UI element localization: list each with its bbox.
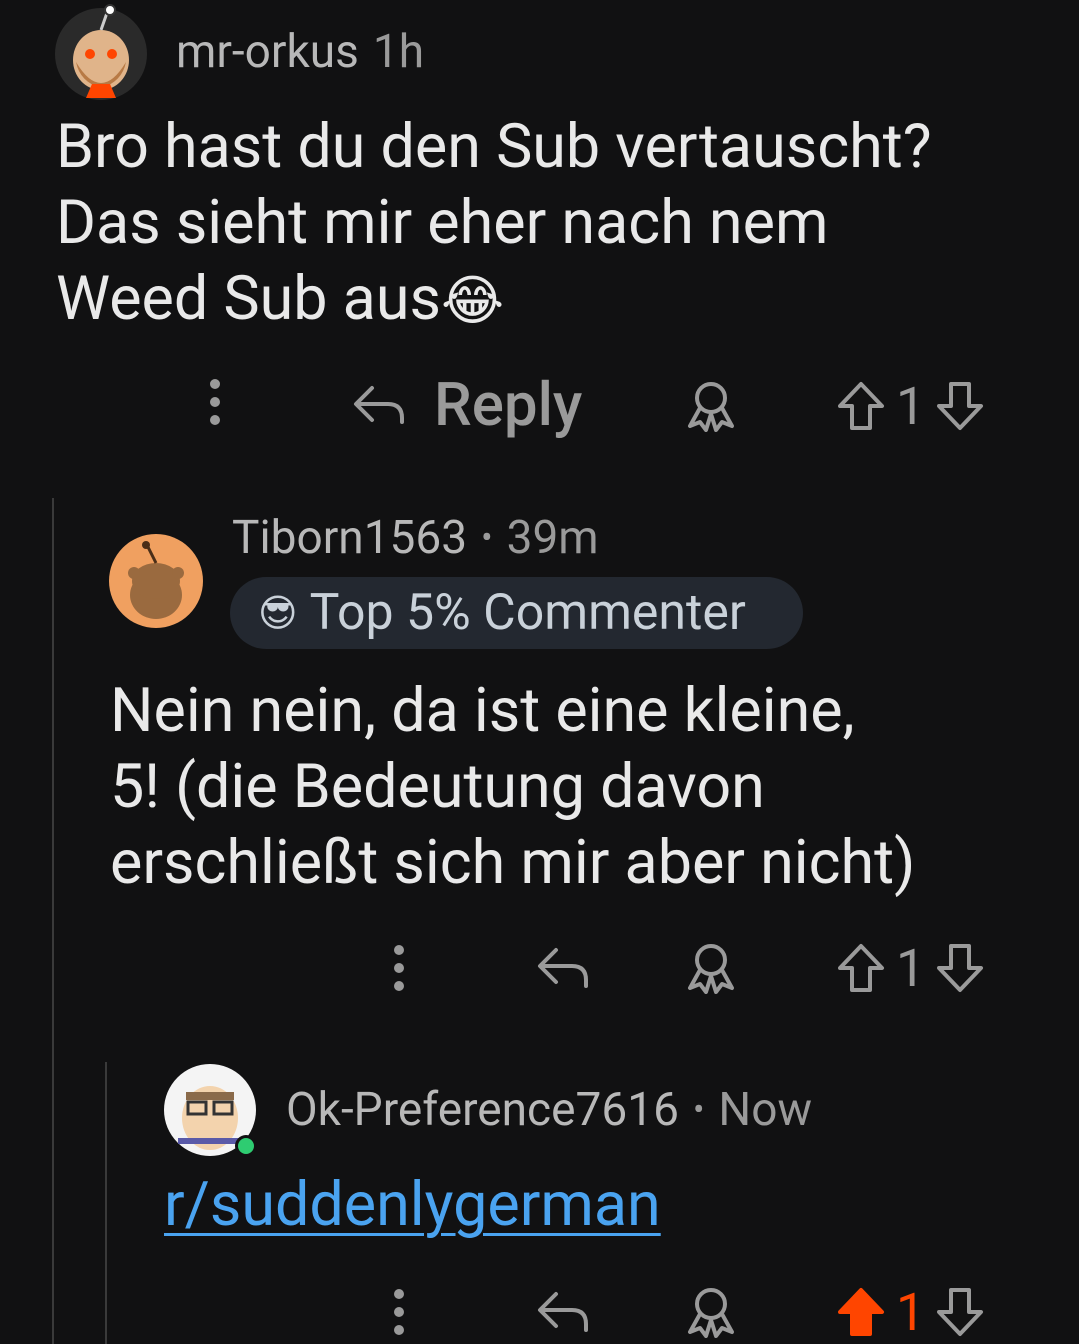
award-button[interactable] [686, 380, 736, 432]
downvote-icon[interactable] [935, 942, 985, 994]
comment-body: r/suddenlygerman [164, 1166, 661, 1242]
reply-button[interactable]: Reply [352, 369, 582, 440]
timestamp: 1h [372, 25, 425, 79]
award-icon [688, 382, 734, 432]
reply-button[interactable] [536, 942, 590, 990]
more-icon [394, 1289, 404, 1335]
thread-line-level2 [105, 1062, 107, 1344]
award-icon [688, 944, 734, 994]
upvote-icon-active[interactable] [836, 1286, 886, 1338]
flair-text: Top 5% Commenter [309, 584, 746, 642]
reply-icon [538, 948, 588, 988]
upvote-icon[interactable] [836, 380, 886, 432]
downvote-icon[interactable] [935, 1286, 985, 1338]
reply-icon [354, 386, 404, 424]
more-icon [210, 379, 220, 425]
flair-badge: 😎 Top 5% Commenter [230, 577, 803, 649]
reply-icon [538, 1292, 588, 1332]
sunglasses-emoji-icon: 😎 [258, 591, 298, 636]
more-options-button[interactable] [384, 1284, 414, 1340]
laughing-emoji-icon: 😂 [440, 270, 505, 333]
separator-dot: • [692, 1090, 705, 1130]
vote-count: 1 [896, 937, 926, 999]
award-icon [688, 1288, 734, 1338]
thread-line-level1 [52, 498, 54, 1344]
vote-bar: 1 [836, 937, 985, 999]
reply-label: Reply [434, 368, 583, 440]
comment-body: Nein nein, da ist eine kleine, 5! (die B… [110, 674, 916, 898]
subreddit-link[interactable]: r/suddenlygerman [164, 1168, 661, 1240]
downvote-icon[interactable] [935, 380, 985, 432]
vote-count: 1 [896, 1281, 926, 1343]
username[interactable]: Tiborn1563 [232, 511, 467, 565]
timestamp: Now [718, 1083, 813, 1137]
avatar[interactable] [162, 1062, 262, 1162]
vote-count: 1 [896, 375, 926, 437]
more-options-button[interactable] [384, 940, 414, 996]
timestamp: 39m [506, 511, 599, 565]
more-icon [394, 945, 404, 991]
vote-bar: 1 [836, 1281, 985, 1343]
comment-body: Bro hast du den Sub vertauscht? Das sieh… [56, 110, 932, 334]
upvote-icon[interactable] [836, 942, 886, 994]
username[interactable]: mr-orkus [176, 25, 359, 79]
avatar[interactable] [52, 4, 150, 100]
avatar[interactable] [108, 533, 204, 629]
more-options-button[interactable] [200, 374, 230, 430]
award-button[interactable] [686, 1286, 736, 1338]
separator-dot: • [481, 518, 493, 558]
award-button[interactable] [686, 942, 736, 994]
username[interactable]: Ok-Preference7616 [286, 1083, 679, 1137]
reply-button[interactable] [536, 1286, 590, 1334]
vote-bar: 1 [836, 375, 985, 437]
